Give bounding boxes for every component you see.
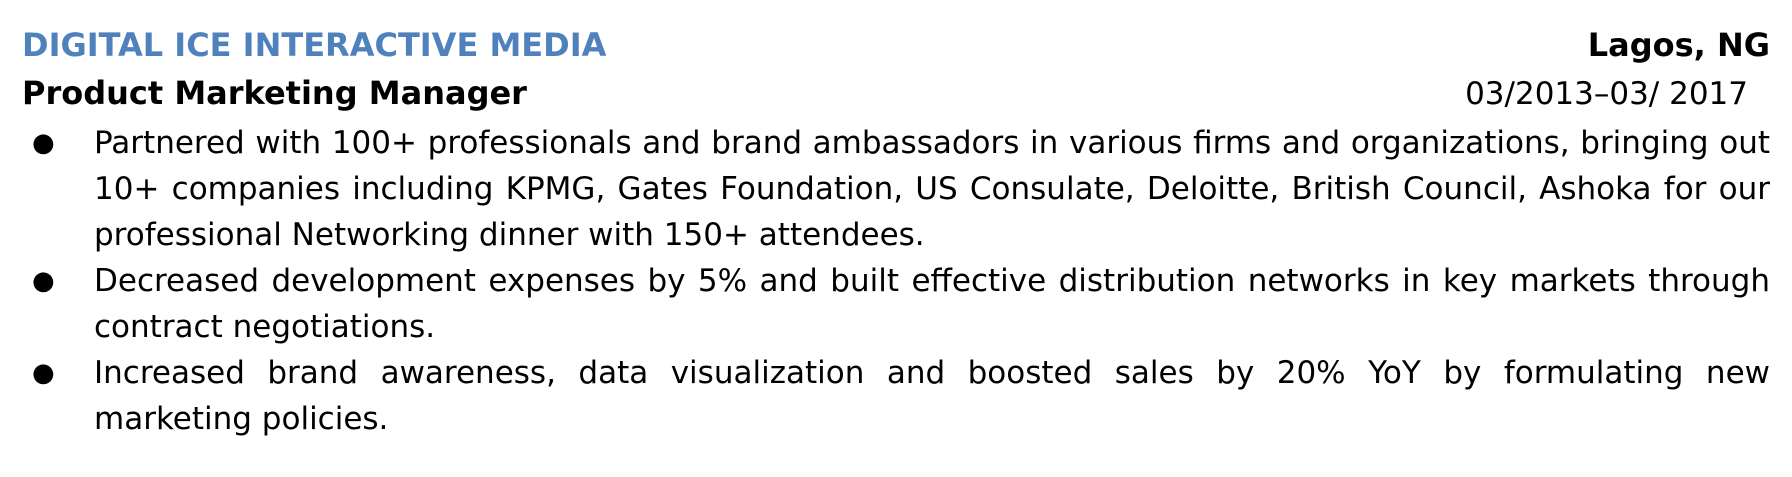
achievement-text: Decreased development expenses by 5% and…: [94, 263, 1770, 345]
bullet-icon: ●: [32, 128, 55, 158]
job-location: Lagos, NG: [1587, 26, 1770, 64]
bullet-icon: ●: [32, 266, 55, 296]
employment-dates: 03/2013–03/ 2017: [1465, 76, 1748, 112]
company-name: DIGITAL ICE INTERACTIVE MEDIA: [22, 26, 607, 64]
achievement-text: Partnered with 100+ professionals and br…: [94, 125, 1770, 253]
resume-experience-section: DIGITAL ICE INTERACTIVE MEDIA Lagos, NG …: [0, 0, 1792, 477]
company-header-row: DIGITAL ICE INTERACTIVE MEDIA Lagos, NG: [22, 26, 1770, 64]
list-item: ● Partnered with 100+ professionals and …: [22, 120, 1770, 258]
role-header-row: Product Marketing Manager 03/2013–03/ 20…: [22, 74, 1770, 112]
achievement-list: ● Partnered with 100+ professionals and …: [22, 120, 1770, 442]
achievement-text: Increased brand awareness, data visualiz…: [94, 355, 1770, 437]
list-item: ● Increased brand awareness, data visual…: [22, 350, 1770, 442]
job-title: Product Marketing Manager: [22, 74, 527, 112]
list-item: ● Decreased development expenses by 5% a…: [22, 258, 1770, 350]
bullet-icon: ●: [32, 358, 55, 388]
